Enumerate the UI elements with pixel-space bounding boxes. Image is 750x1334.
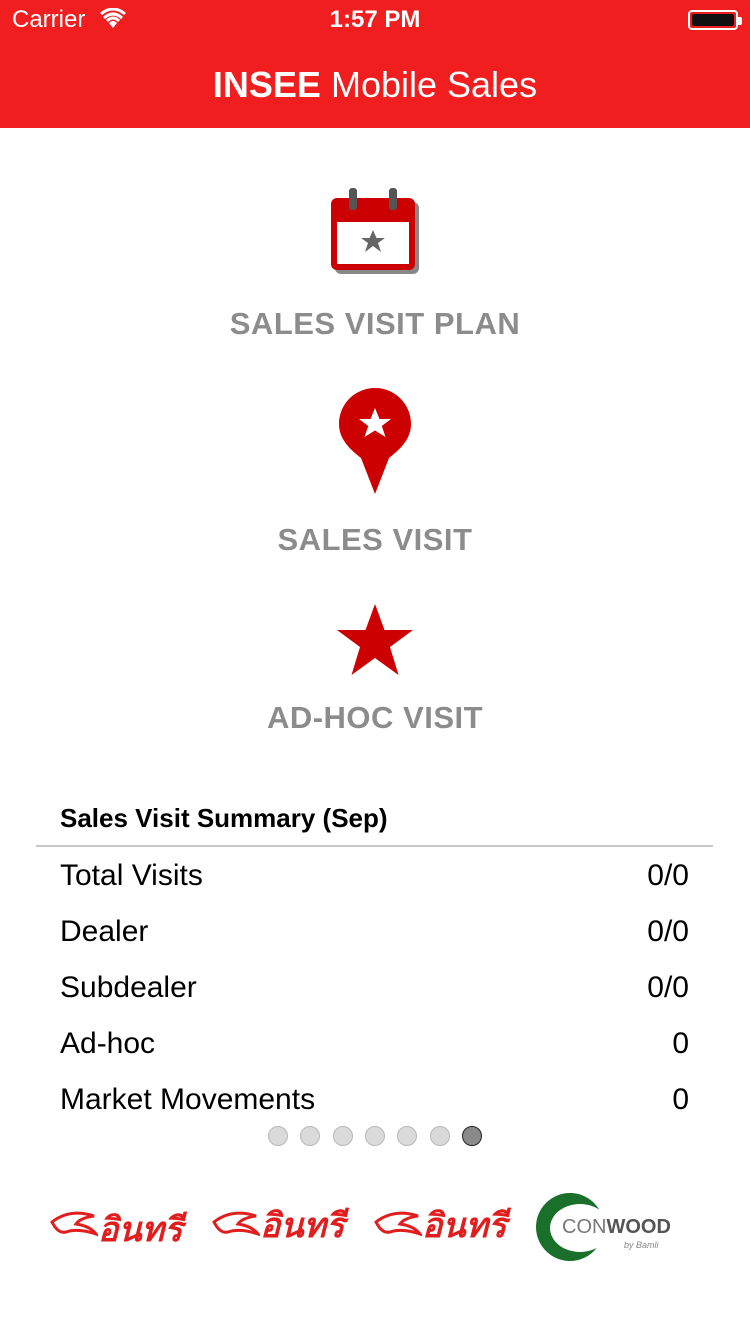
brand-name: INSEE xyxy=(212,64,321,105)
sales-visit-label: SALES VISIT xyxy=(277,522,473,557)
row-label: Total Visits xyxy=(60,859,203,892)
eagle-icon xyxy=(374,1211,422,1237)
status-bar: Carrier 1:57 PM xyxy=(0,0,750,40)
page-dot[interactable] xyxy=(267,1126,288,1146)
summary-title: Sales Visit Summary (Sep) xyxy=(60,803,388,833)
row-value: 0/0 xyxy=(647,859,689,892)
ad-hoc-visit-button[interactable]: AD-HOC VISIT xyxy=(0,602,750,736)
page-dot[interactable] xyxy=(365,1126,385,1146)
sales-visit-plan-label: SALES VISIT PLAN xyxy=(229,306,521,341)
row-value: 0/0 xyxy=(647,915,689,948)
page-dot-active[interactable] xyxy=(462,1126,483,1146)
calendar-star-icon xyxy=(331,188,419,274)
page-title: INSEE Mobile Sales xyxy=(0,64,750,106)
row-value: 0 xyxy=(672,1083,689,1116)
row-value: 0/0 xyxy=(647,971,689,1004)
summary-row-total-visits: Total Visits 0/0 xyxy=(36,847,713,903)
row-label: Subdealer xyxy=(60,971,197,1004)
summary-row-subdealer: Subdealer 0/0 xyxy=(36,959,713,1015)
sales-visit-plan-button[interactable]: SALES VISIT PLAN xyxy=(0,186,750,342)
sales-visit-button[interactable]: SALES VISIT xyxy=(0,386,750,558)
row-label: Market Movements xyxy=(60,1083,316,1116)
eagle-icon xyxy=(50,1211,98,1237)
summary-row-market-movements: Market Movements 0 xyxy=(36,1071,713,1127)
summary-row-dealer: Dealer 0/0 xyxy=(36,903,713,959)
brand-logos: อินทรี อินทรี อินทรี CONWOOD by Bamli xyxy=(0,1190,750,1265)
eagle-icon xyxy=(212,1211,260,1237)
app-header: Carrier 1:57 PM INSEE Mobile Sales xyxy=(0,0,750,128)
page-dot[interactable] xyxy=(332,1126,353,1146)
page-dot[interactable] xyxy=(429,1126,450,1146)
status-time: 1:57 PM xyxy=(329,6,421,33)
battery-icon xyxy=(688,10,742,30)
conwood-logo: CONWOOD by Bamli xyxy=(536,1190,676,1262)
row-label: Dealer xyxy=(60,915,149,948)
map-pin-star-icon xyxy=(339,388,411,494)
row-value: 0 xyxy=(672,1027,689,1060)
app-name: Mobile Sales xyxy=(330,64,538,105)
ad-hoc-visit-label: AD-HOC VISIT xyxy=(266,700,484,735)
page-dot[interactable] xyxy=(397,1126,418,1146)
row-label: Ad-hoc xyxy=(60,1027,156,1060)
star-icon xyxy=(337,604,413,675)
summary-row-ad-hoc: Ad-hoc 0 xyxy=(36,1015,713,1071)
page-dot[interactable] xyxy=(300,1126,321,1146)
sales-visit-summary: Sales Visit Summary (Sep) Total Visits 0… xyxy=(36,795,713,1127)
page-indicator[interactable] xyxy=(0,1126,750,1146)
